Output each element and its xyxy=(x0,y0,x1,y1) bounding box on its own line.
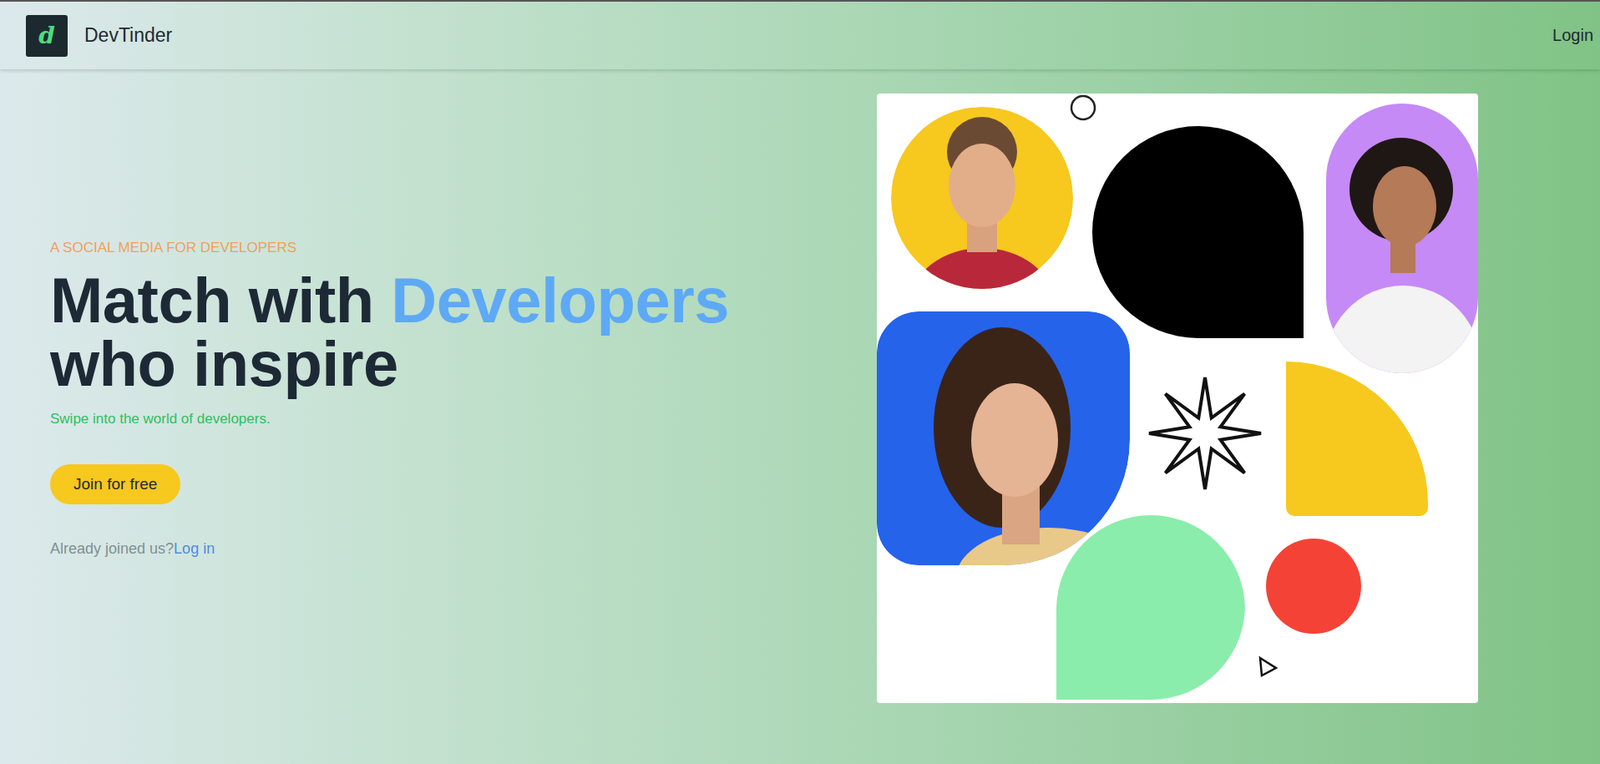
photo-woman-right xyxy=(1326,103,1479,374)
login-prompt-link[interactable]: Log in xyxy=(173,540,215,557)
join-button[interactable]: Join for free xyxy=(50,464,181,505)
hero: A SOCIAL MEDIA FOR DEVELOPERS Match with … xyxy=(0,69,1600,764)
ring-shape xyxy=(1071,96,1095,120)
illustration-card xyxy=(876,93,1479,704)
hero-text: A SOCIAL MEDIA FOR DEVELOPERS Match with … xyxy=(50,93,730,557)
green-teardrop-shape xyxy=(1056,515,1246,700)
black-blob-shape xyxy=(1092,126,1304,339)
brand-name: DevTinder xyxy=(84,24,173,47)
headline: Match with Developerswho inspire xyxy=(50,268,730,396)
login-prompt: Already joined us?Log in xyxy=(50,540,215,557)
landing-page: d DevTinder Login A SOCIAL MEDIA FOR DEVELO… xyxy=(0,0,1600,764)
logo-icon: d xyxy=(25,15,68,57)
yellow-quarter-shape xyxy=(1286,361,1428,517)
star-icon xyxy=(1149,377,1261,490)
red-circle-shape xyxy=(1265,538,1362,634)
triangle-icon xyxy=(1260,658,1276,676)
navbar: d DevTinder Login xyxy=(0,0,1600,70)
login-link[interactable]: Login xyxy=(1552,25,1594,46)
subtitle: Swipe into the world of developers. xyxy=(50,410,271,428)
collage-illustration xyxy=(876,93,1479,704)
tagline: A SOCIAL MEDIA FOR DEVELOPERS xyxy=(50,239,297,257)
logo-glyph: d xyxy=(38,24,56,48)
headline-highlight: Developers xyxy=(390,264,730,336)
brand[interactable]: d DevTinder xyxy=(25,15,173,57)
